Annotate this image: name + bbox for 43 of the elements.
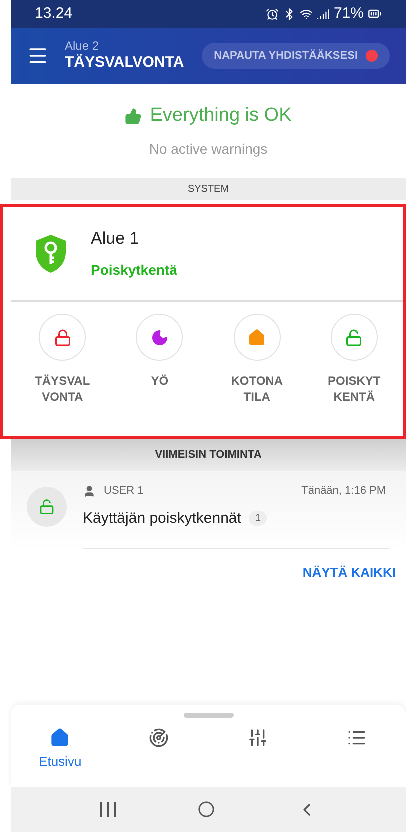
wifi-icon — [300, 8, 313, 20]
status-time: 13.24 — [35, 4, 73, 24]
arm-mode-button[interactable]: TÄYSVAL VONTA — [14, 314, 112, 405]
drag-handle[interactable] — [184, 713, 234, 718]
mode-label: TÄYSVAL VONTA — [35, 373, 90, 405]
mode-label: POISKYT KENTÄ — [328, 373, 381, 405]
thumbs-up-icon — [125, 108, 142, 125]
battery-icon — [368, 7, 382, 21]
user-icon — [83, 484, 96, 498]
moon-icon — [150, 328, 169, 346]
area-name: Alue 1 — [91, 228, 140, 250]
alarm-icon — [266, 8, 279, 20]
house-icon — [248, 328, 266, 346]
sliders-icon — [248, 728, 268, 748]
activity-user: USER 1 — [104, 484, 144, 499]
recent-apps-button[interactable] — [100, 802, 116, 817]
nav-tab[interactable]: Etusivu — [11, 728, 110, 772]
radar-icon — [149, 728, 170, 748]
mode-label: KOTONA TILA — [231, 373, 284, 405]
status-subtitle: No active warnings — [149, 140, 268, 159]
section-heading: VIIMEISIN TOIMINTA — [155, 448, 262, 463]
home-icon — [50, 728, 70, 748]
header-title: TÄYSVALVONTA — [65, 54, 186, 73]
open-lock-icon — [345, 328, 364, 346]
connect-button[interactable]: NAPAUTA YHDISTÄÄKSESI — [202, 43, 390, 69]
show-all-link[interactable]: NÄYTÄ KAIKKI — [302, 563, 396, 582]
lock-icon — [54, 328, 72, 346]
open-lock-icon — [39, 499, 55, 515]
activity-text: Käyttäjän poiskytkennät — [83, 508, 242, 528]
mode-label: YÖ — [151, 373, 169, 389]
activity-count: 1 — [249, 511, 267, 526]
arm-mode-button[interactable]: YÖ — [111, 314, 208, 405]
signal-icon — [316, 8, 330, 20]
battery-level: 71% — [334, 4, 364, 24]
section-label: SYSTEM — [188, 182, 230, 196]
home-button[interactable] — [198, 801, 215, 818]
area-state: Poiskytkentä — [91, 260, 178, 280]
status-title: Everything is OK — [150, 104, 292, 128]
shield-key-icon — [35, 234, 67, 274]
area-subtitle: Alue 2 — [65, 39, 100, 54]
arm-mode-button[interactable]: POISKYT KENTÄ — [306, 314, 403, 405]
activity-time: Tänään, 1:16 PM — [302, 484, 386, 499]
arm-mode-button[interactable]: KOTONA TILA — [208, 314, 306, 405]
